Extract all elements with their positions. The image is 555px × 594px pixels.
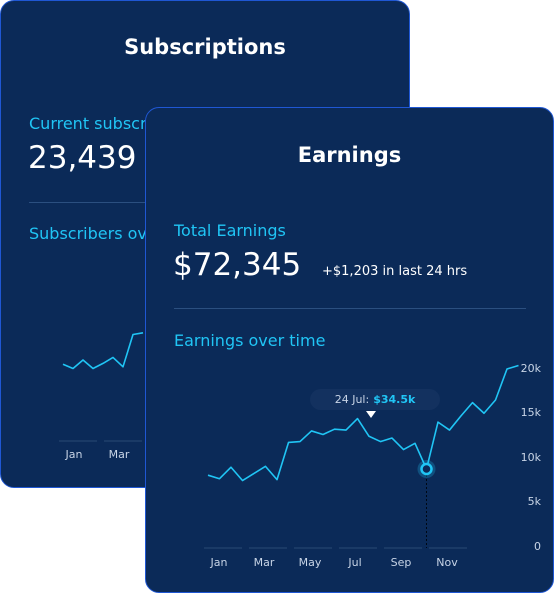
month-label-mar: Mar — [108, 448, 130, 461]
month-label-nov: Nov — [436, 556, 458, 569]
highlight-point[interactable] — [420, 462, 433, 476]
month-label-jan: Jan — [210, 556, 228, 569]
tooltip-date: 24 Jul: — [334, 393, 370, 406]
month-tick-bar — [384, 547, 422, 549]
month-tick-bar — [339, 547, 377, 549]
series-line — [207, 364, 519, 482]
series-line — [62, 332, 144, 370]
month-tick-bar — [104, 440, 142, 442]
month-label-jul: Jul — [348, 556, 362, 569]
tooltip-value: $34.5k — [373, 393, 416, 406]
month-label-jan: Jan — [65, 448, 83, 461]
month-tick-bar — [249, 547, 287, 549]
tooltip-pointer — [366, 411, 376, 418]
month-label-may: May — [298, 556, 322, 569]
chart-tooltip: 24 Jul: $34.5k — [310, 389, 440, 410]
month-tick-bar — [294, 547, 332, 549]
month-tick-bar — [59, 440, 97, 442]
earnings-card: Earnings Total Earnings $72,345 +$1,203 … — [145, 107, 554, 593]
month-label-mar: Mar — [253, 556, 275, 569]
month-label-sep: Sep — [390, 556, 412, 569]
month-tick-bar — [204, 547, 242, 549]
earnings-line-chart — [207, 364, 519, 548]
month-tick-bar — [429, 547, 467, 549]
